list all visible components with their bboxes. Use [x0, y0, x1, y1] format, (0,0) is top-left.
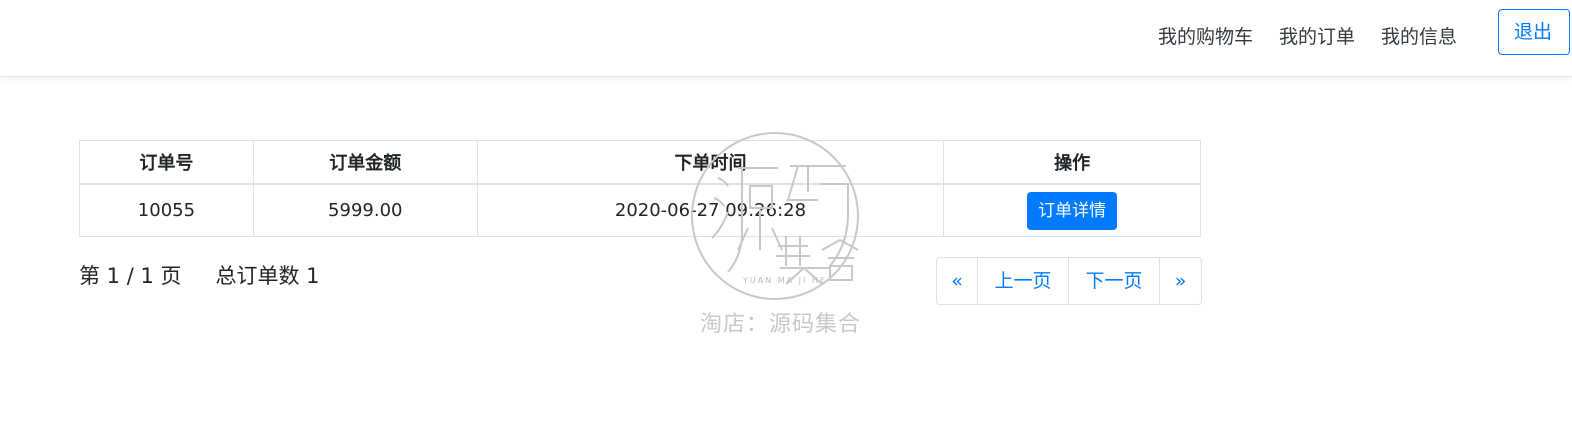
header-order-no: 订单号 [79, 140, 254, 185]
watermark-text: 淘店：源码集合 [700, 312, 862, 337]
last-page-button[interactable]: » [1159, 258, 1201, 304]
watermark-subtext: YUAN MA JI HE [743, 276, 827, 285]
pagination: « 上一页 下一页 » [936, 257, 1202, 305]
top-navbar: 我的购物车 我的订单 我的信息 退出 [0, 0, 1572, 77]
order-detail-button[interactable]: 订单详情 [1027, 191, 1118, 230]
cell-order-no: 10055 [79, 183, 254, 237]
first-page-button[interactable]: « [937, 258, 977, 304]
total-orders: 总订单数 1 [215, 264, 320, 288]
header-order-amount: 订单金额 [252, 140, 478, 185]
logout-button[interactable]: 退出 [1498, 9, 1570, 55]
prev-page-button[interactable]: 上一页 [977, 258, 1068, 304]
cell-order-time: 2020-06-27 09:26:28 [476, 183, 945, 237]
header-actions: 操作 [943, 140, 1201, 185]
nav-link-profile[interactable]: 我的信息 [1381, 22, 1457, 49]
next-page-button[interactable]: 下一页 [1068, 258, 1159, 304]
table-header-row: 订单号 订单金额 下单时间 操作 [79, 140, 1201, 185]
nav-link-cart[interactable]: 我的购物车 [1158, 22, 1253, 49]
nav-link-orders[interactable]: 我的订单 [1279, 22, 1355, 49]
header-order-time: 下单时间 [476, 140, 945, 185]
cell-actions: 订单详情 [943, 183, 1201, 237]
nav-links: 我的购物车 我的订单 我的信息 [1158, 22, 1483, 49]
page-info: 第 1 / 1 页 总订单数 1 [79, 260, 320, 290]
page-indicator: 第 1 / 1 页 [79, 264, 182, 288]
orders-table: 订单号 订单金额 下单时间 操作 10055 5999.00 2020-06-2… [79, 140, 1201, 237]
table-row: 10055 5999.00 2020-06-27 09:26:28 订单详情 [79, 183, 1201, 237]
cell-order-amount: 5999.00 [252, 183, 478, 237]
